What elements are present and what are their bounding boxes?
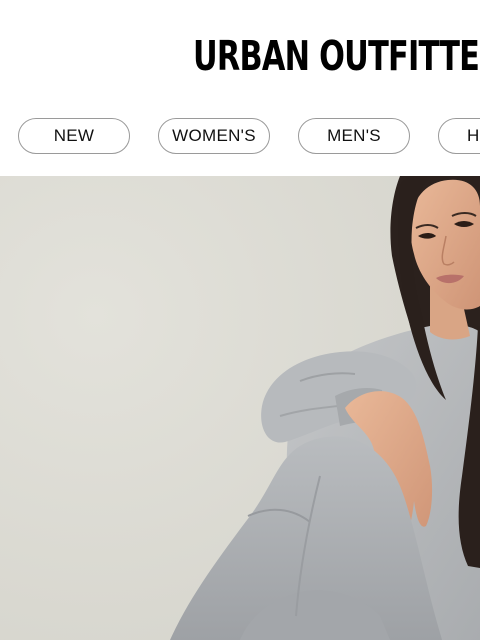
site-header: URBAN OUTFITTERS NEW WOMEN'S MEN'S H (0, 0, 480, 176)
brand-logo[interactable]: URBAN OUTFITTERS (193, 26, 480, 86)
page: URBAN OUTFITTERS NEW WOMEN'S MEN'S H (0, 0, 480, 640)
category-nav: NEW WOMEN'S MEN'S H (0, 118, 480, 156)
nav-pill-womens[interactable]: WOMEN'S (158, 118, 270, 154)
hero-banner[interactable] (0, 176, 480, 640)
nav-pill-new[interactable]: NEW (18, 118, 130, 154)
nav-pill-mens[interactable]: MEN'S (298, 118, 410, 154)
hero-photo (0, 176, 480, 640)
nav-pill-home[interactable]: H (438, 118, 480, 154)
